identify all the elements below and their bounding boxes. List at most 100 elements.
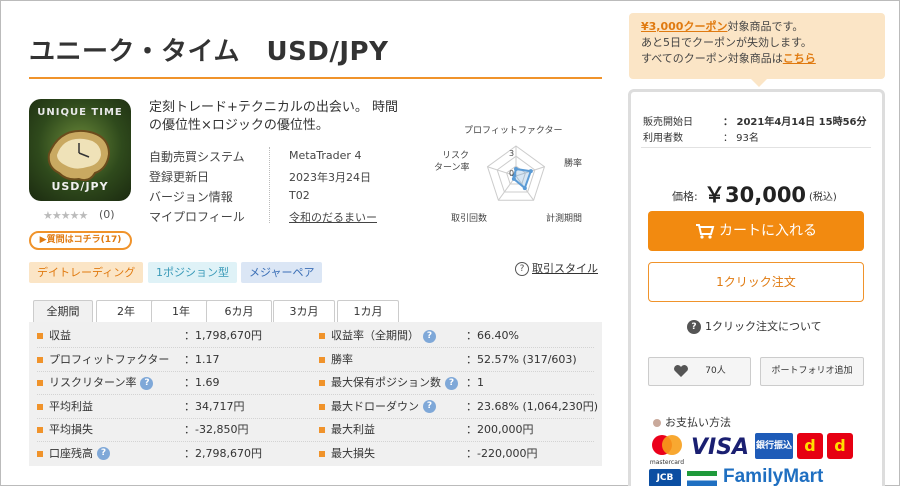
- stat-value-left-5: ：2,798,670円: [184, 446, 262, 460]
- help-icon: ?: [515, 262, 529, 276]
- stat-label-text: 最大ドローダウン: [331, 399, 419, 413]
- favorite-count: 70人: [705, 366, 726, 376]
- product-logo: UNIQUE TIME USD/JPY: [29, 99, 131, 201]
- help-icon[interactable]: ?: [423, 400, 436, 413]
- tab-1-year[interactable]: 1年: [151, 300, 211, 322]
- cart-icon: [696, 224, 715, 239]
- stat-value-right-1: ：52.57% (317/603): [466, 352, 577, 366]
- logo-bottom-text: USD/JPY: [51, 180, 109, 193]
- tag-major-pair[interactable]: メジャーペア: [241, 262, 323, 283]
- product-description: 定刻トレード+テクニカルの出会い。 時間の優位性×ロジックの優位性。: [149, 100, 399, 133]
- bullet-icon: [37, 450, 43, 457]
- jcb-logo: JCB: [649, 469, 681, 486]
- bullet-icon: [319, 427, 325, 433]
- stat-divider: [37, 370, 594, 372]
- stat-value-right-5: ：-220,000円: [466, 446, 538, 460]
- tab-3-months[interactable]: 3カ月: [273, 300, 335, 322]
- stat-label-left-5: 口座残高?: [37, 444, 110, 464]
- stats-panel: 収益 ：1,798,670円 プロフィットファクター ：1.17 リスクリターン率? ：1…: [29, 322, 602, 466]
- rating-stars: ★★★★★: [43, 209, 88, 222]
- page-title: ユニーク・タイム USD/JPY: [29, 37, 389, 67]
- mastercard-logo: mastercard: [647, 433, 687, 466]
- help-icon[interactable]: ?: [140, 376, 154, 390]
- help-icon[interactable]: ?: [97, 447, 110, 460]
- stat-divider: [37, 417, 594, 419]
- tab-2-years[interactable]: 2年: [96, 300, 156, 322]
- stat-value-left-1: ：1.17: [184, 352, 220, 366]
- stat-divider: [37, 347, 594, 348]
- one-click-order-button[interactable]: 1クリック注文: [648, 262, 864, 302]
- bank-transfer-logo: 銀行振込: [755, 433, 793, 459]
- stat-label-left-1: プロフィットファクター: [37, 350, 169, 370]
- question-icon: ?: [687, 320, 701, 334]
- stat-label-text: 最大利益: [331, 423, 375, 436]
- familymart-mark: [687, 471, 717, 486]
- stat-label-right-1: 勝率: [319, 350, 353, 370]
- stat-label-text: 収益率（全期間）: [331, 329, 419, 342]
- price-tax: (税込): [809, 192, 837, 203]
- stat-value-right-4: ：200,000円: [466, 423, 534, 436]
- stat-label-text: 最大損失: [331, 446, 375, 460]
- cart-button-label: カートに入れる: [719, 223, 817, 239]
- stat-label-text: 平均損失: [49, 423, 93, 436]
- d-daily-logo: d: [827, 433, 853, 459]
- add-to-cart-button[interactable]: カートに入れる: [648, 211, 864, 251]
- info-label-version: バージョン情報: [149, 190, 233, 204]
- tab-1-month[interactable]: 1カ月: [337, 300, 399, 322]
- price-value: ￥30,000: [704, 183, 807, 207]
- info-value-platform: MetaTrader 4: [289, 149, 362, 162]
- info-label-profile: マイプロフィール: [149, 210, 245, 224]
- tab-6-months[interactable]: 6カ月: [206, 300, 272, 322]
- stat-label-right-3: 最大ドローダウン?: [319, 397, 436, 417]
- stat-label-left-2: リスクリターン率?: [37, 373, 154, 393]
- help-icon[interactable]: ?: [445, 376, 458, 390]
- profile-link[interactable]: 令和のだるまいー: [289, 209, 377, 225]
- stat-label-text: 口座残高: [49, 446, 93, 460]
- familymart-logo: FamilyMart: [723, 466, 824, 486]
- stat-label-text: 勝率: [331, 352, 353, 366]
- bullet-icon: [37, 333, 43, 339]
- stat-divider: [37, 394, 594, 395]
- stat-label-right-5: 最大損失: [319, 444, 375, 464]
- tag-day-trading[interactable]: デイトレーディング: [29, 262, 144, 283]
- stat-label-text: 収益: [49, 329, 71, 342]
- bullet-icon: [319, 403, 325, 410]
- question-button[interactable]: ▶質問はコチラ(17): [29, 231, 132, 250]
- rating-count: (0): [99, 208, 115, 221]
- radar-scale-0: 0: [509, 169, 514, 178]
- add-portfolio-button[interactable]: ポートフォリオ追加: [760, 357, 864, 386]
- mastercard-icon: [652, 435, 682, 455]
- favorite-button[interactable]: 70人: [648, 357, 751, 386]
- radar-label-risk-2: ターン率: [434, 163, 470, 173]
- trade-style-link[interactable]: ? 取引スタイル: [515, 260, 598, 276]
- tag-one-position[interactable]: 1ポジション型: [148, 262, 237, 283]
- stat-label-left-4: 平均損失: [37, 420, 93, 440]
- radar-point-2: [522, 186, 527, 191]
- stat-label-text: プロフィットファクター: [49, 352, 170, 366]
- coupon-expiry: あと5日でクーポンが失効します。: [641, 36, 812, 49]
- visa-logo: VISA: [691, 435, 750, 460]
- title-divider: [29, 77, 602, 79]
- stat-label-right-2: 最大保有ポジション数?: [319, 373, 458, 393]
- info-label-updated: 登録更新日: [149, 170, 210, 184]
- bullet-icon: [319, 356, 325, 363]
- stat-label-text: 最大保有ポジション数: [331, 376, 441, 389]
- stat-value-right-2: ：1: [466, 376, 484, 389]
- coupon-text-1: 対象商品です。: [727, 20, 804, 33]
- info-value-updated: 2023年3月24日: [289, 171, 371, 184]
- coupon-link[interactable]: ¥3,000クーポン: [641, 20, 727, 33]
- mastercard-text: mastercard: [649, 459, 685, 466]
- stat-value-left-4: ：-32,850円: [184, 423, 249, 436]
- bullet-icon: [37, 403, 43, 410]
- coupon-pointer: [751, 79, 767, 87]
- coupon-all-link[interactable]: こちら: [783, 52, 816, 65]
- one-click-help-link[interactable]: ? 1クリック注文について: [687, 318, 822, 334]
- stat-value-right-3: ：23.68% (1,064,230円): [466, 399, 599, 413]
- users-label: 利用者数: [643, 133, 683, 144]
- stat-value-left-2: ：1.69: [184, 376, 220, 389]
- help-icon[interactable]: ?: [423, 329, 436, 343]
- bullet-icon: [37, 356, 43, 363]
- stat-label-right-0: 収益率（全期間）?: [319, 326, 436, 346]
- radar-scale-3: 3: [509, 149, 514, 158]
- tab-all-period[interactable]: 全期間: [33, 300, 93, 322]
